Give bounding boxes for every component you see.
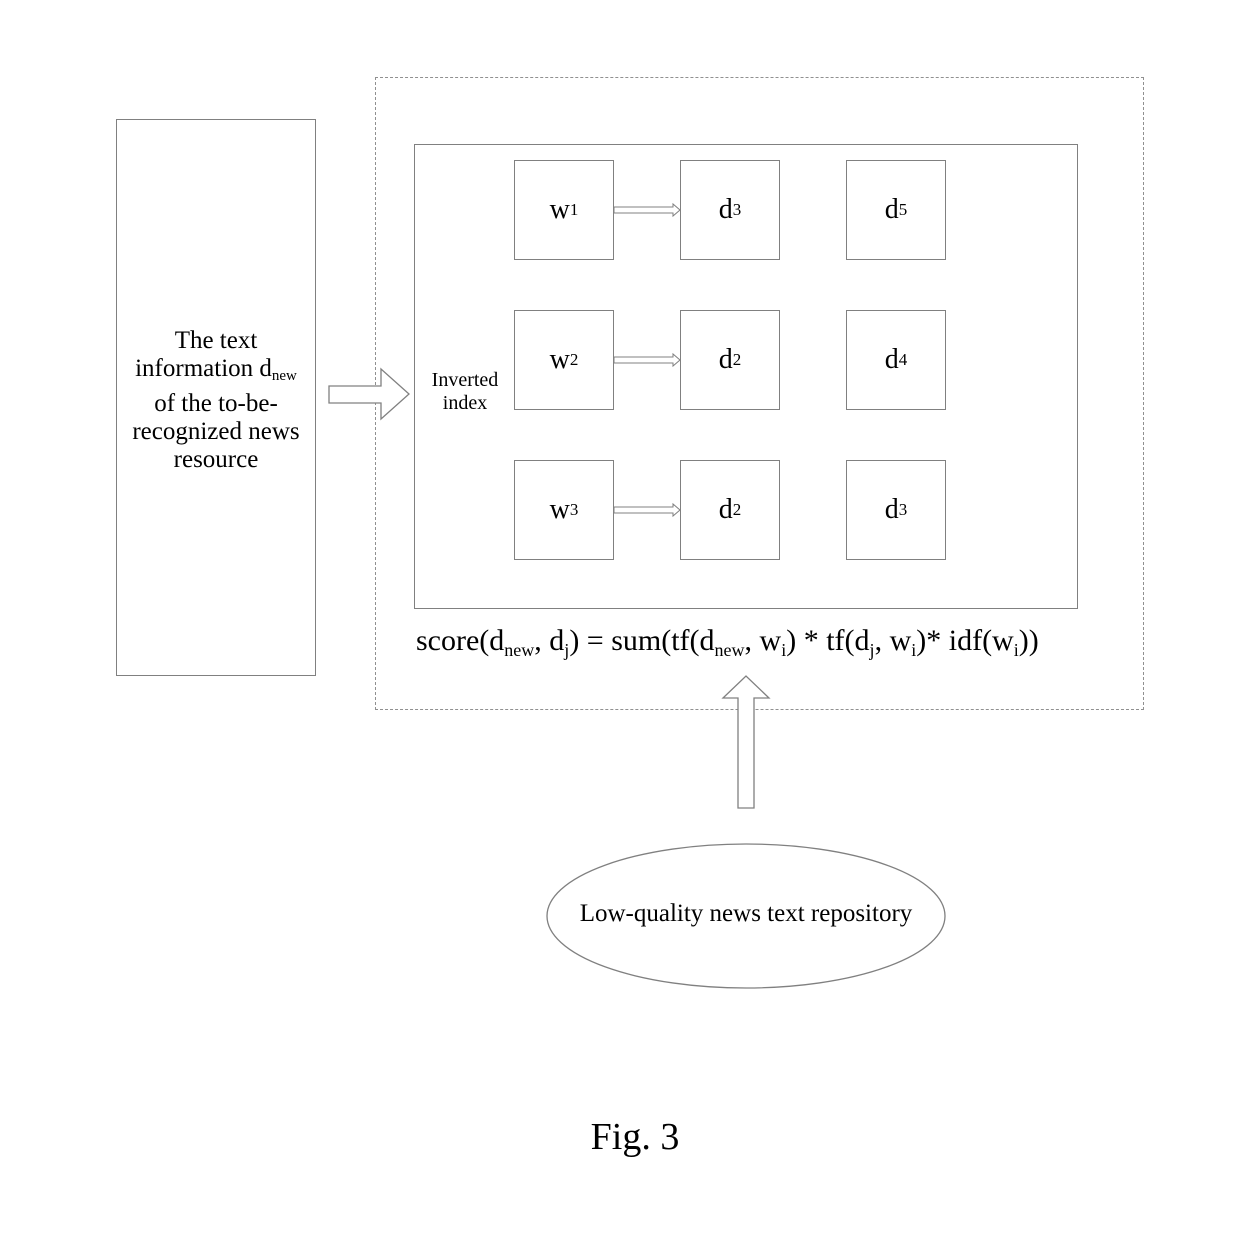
formula-part: , w bbox=[744, 624, 782, 657]
row-arrow-3 bbox=[613, 502, 681, 518]
formula-sub: new bbox=[714, 640, 745, 660]
row-arrow-2 bbox=[613, 352, 681, 368]
input-arrow bbox=[328, 367, 410, 421]
repository-label: Low-quality news text repository bbox=[579, 900, 913, 927]
connectors bbox=[328, 202, 946, 989]
formula-part: , w bbox=[874, 624, 912, 657]
formula-part: ) = sum(tf(d bbox=[569, 624, 715, 657]
formula-part: ) * tf(d bbox=[786, 624, 870, 657]
formula-part: )) bbox=[1018, 624, 1039, 657]
formula-part: , d bbox=[534, 624, 565, 657]
formula-part: )* idf(w bbox=[916, 624, 1014, 657]
formula-sub: new bbox=[504, 640, 535, 660]
figure-caption: Fig. 3 bbox=[590, 1116, 680, 1158]
formula-part: score(d bbox=[416, 624, 505, 657]
repository-arrow bbox=[721, 675, 771, 809]
row-arrow-1 bbox=[613, 202, 681, 218]
score-formula: score(dnew, dj) = sum(tf(dnew, wi) * tf(… bbox=[416, 624, 1039, 661]
